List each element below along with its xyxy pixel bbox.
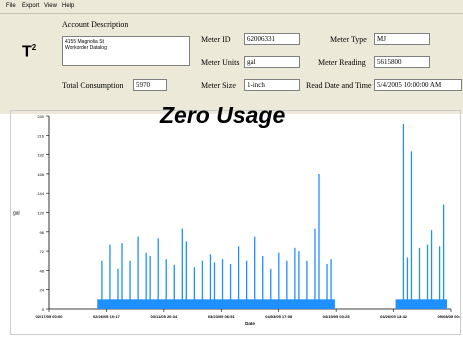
usage-bar	[221, 259, 224, 309]
meter-type-label: Meter Type	[330, 35, 367, 44]
usage-bar	[137, 236, 139, 309]
usage-bar	[294, 247, 296, 309]
usage-bar	[157, 238, 159, 309]
meter-size-field[interactable]: 1-inch	[244, 79, 300, 91]
usage-bar	[410, 151, 413, 309]
meter-reading-field[interactable]: 5615800	[374, 56, 430, 68]
usage-bar	[438, 246, 441, 309]
meter-id-label: Meter ID	[201, 35, 231, 44]
y-tick-label: 216	[37, 133, 44, 138]
app-logo: T2	[22, 43, 37, 61]
x-axis-title: Date	[245, 321, 255, 326]
menu-help[interactable]: Help	[62, 3, 74, 9]
usage-bar	[237, 246, 240, 309]
y-tick-label: 72	[40, 249, 45, 254]
y-tick-label: 48	[40, 268, 45, 273]
meter-id-field[interactable]: 62006331	[244, 33, 300, 45]
total-consumption-field[interactable]: 5970	[133, 79, 167, 91]
usage-bar	[181, 228, 183, 309]
meter-units-field[interactable]: gal	[244, 56, 300, 68]
usage-bar	[306, 260, 308, 309]
usage-bar	[254, 236, 256, 309]
usage-bar	[109, 244, 111, 309]
usage-bar	[402, 124, 405, 310]
menu-bar: File Export View Help	[0, 0, 463, 14]
usage-bar	[278, 252, 280, 309]
y-tick-label: 192	[37, 153, 44, 158]
account-description-field[interactable]: 4155 Magnolia St Workorder Datalog	[62, 36, 190, 66]
usage-chart: 0 24 48 72 96 120 144 168 192 216 240 gal 02/17/05 0…	[13, 114, 463, 326]
total-consumption-label: Total Consumption	[62, 81, 124, 90]
y-tick-label: 24	[40, 288, 45, 293]
x-tick-label: 04/03/05 17:08	[265, 314, 293, 319]
y-tick-label: 0	[42, 307, 45, 312]
read-date-label: Read Date and Time	[306, 81, 372, 90]
usage-bar	[173, 264, 175, 309]
y-tick-label: 168	[37, 172, 44, 177]
usage-bar	[262, 255, 264, 309]
usage-bar	[213, 262, 216, 309]
usage-bar	[193, 267, 196, 309]
x-tick-label: 04/26/05 13:42	[380, 314, 408, 319]
usage-bar	[270, 268, 272, 309]
meter-info-panel: T2 Account Description 4155 Magnolia St …	[0, 14, 463, 114]
meter-units-label: Meter Units	[201, 58, 240, 67]
y-tick-label: 120	[37, 211, 44, 216]
meter-size-label: Meter Size	[201, 81, 236, 90]
usage-bar	[229, 263, 232, 309]
usage-chart-frame: 0 24 48 72 96 120 144 168 192 216 240 gal 02/17/05 0…	[10, 110, 463, 335]
menu-view[interactable]: View	[44, 3, 57, 9]
meter-type-field[interactable]: MJ	[374, 33, 430, 45]
usage-bar	[117, 268, 119, 309]
usage-bar	[298, 251, 300, 309]
usage-bar	[314, 228, 316, 309]
usage-bar	[165, 259, 167, 309]
x-tick-label: 05/08/05 00:00	[438, 314, 460, 319]
usage-bar	[430, 230, 433, 309]
usage-bar	[245, 260, 248, 309]
x-tick-label: 03/11/05 20:34	[151, 314, 178, 319]
x-tick-label: 03/23/05 06:51	[208, 314, 236, 319]
usage-bar	[442, 204, 445, 309]
usage-bar	[145, 252, 147, 309]
x-tick-label: 02/17/05 00:00	[36, 314, 64, 319]
x-tick-label: 02/26/05 10:17	[93, 314, 121, 319]
usage-bar	[406, 257, 409, 309]
usage-bar	[330, 259, 332, 309]
usage-bar	[418, 247, 421, 309]
meter-reading-label: Meter Reading	[318, 58, 366, 67]
account-description-label: Account Description	[62, 20, 129, 29]
menu-file[interactable]: File	[6, 3, 16, 9]
usage-bar	[318, 173, 320, 309]
usage-bar	[185, 241, 187, 309]
usage-bar	[201, 260, 204, 309]
x-tick-label: 04/15/05 03:25	[323, 314, 351, 319]
y-tick-label: 144	[37, 191, 44, 196]
read-date-field[interactable]: 5/4/2005 10:00:00 AM	[374, 79, 462, 91]
menu-export[interactable]: Export	[22, 3, 39, 9]
y-tick-label: 240	[37, 114, 44, 119]
y-tick-label: 96	[40, 230, 45, 235]
y-axis-title: gal	[13, 211, 20, 217]
usage-bar	[101, 260, 103, 309]
usage-bar	[426, 244, 429, 309]
usage-bar	[129, 260, 131, 309]
usage-bar	[209, 254, 212, 309]
usage-bar	[326, 263, 328, 309]
zero-usage-label: Zero Usage	[160, 102, 286, 128]
usage-bar	[149, 255, 151, 309]
usage-bar	[121, 243, 123, 309]
usage-bar	[286, 260, 288, 309]
